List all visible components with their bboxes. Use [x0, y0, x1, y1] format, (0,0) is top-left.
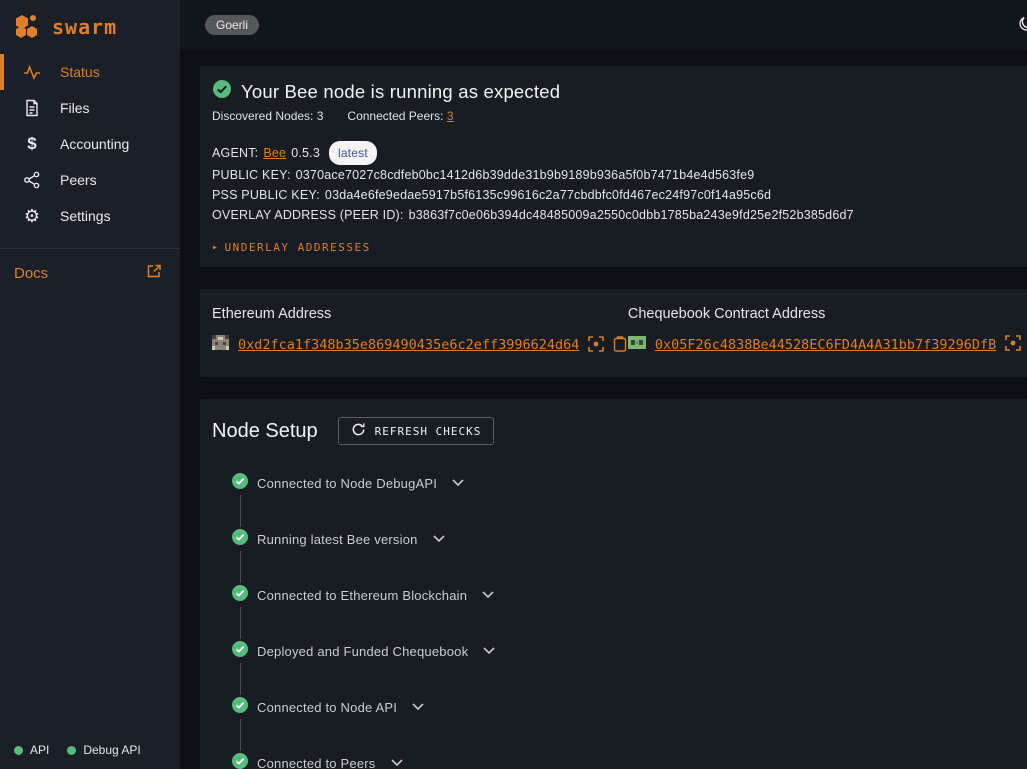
- check-item-node-api: Connected to Node API: [232, 697, 1027, 717]
- dollar-icon: $: [20, 132, 44, 156]
- step-connector: [240, 719, 241, 751]
- refresh-checks-button[interactable]: REFRESH CHECKS: [338, 417, 495, 445]
- ethereum-address-link[interactable]: 0xd2fca1f348b35e869490435e6c2eff3996624d…: [238, 337, 579, 353]
- check-item-ethereum-blockchain: Connected to Ethereum Blockchain: [232, 585, 1027, 605]
- sidebar-item-label: Accounting: [60, 136, 129, 152]
- node-setup-title: Node Setup: [212, 420, 318, 443]
- sidebar-item-peers[interactable]: Peers: [0, 162, 180, 198]
- sidebar-item-settings[interactable]: ⚙ Settings: [0, 198, 180, 234]
- sidebar-item-accounting[interactable]: $ Accounting: [0, 126, 180, 162]
- sidebar-item-docs[interactable]: Docs: [0, 249, 180, 283]
- check-item-debug-api: Connected to Node DebugAPI: [232, 473, 1027, 493]
- swarm-logo: swarm: [0, 0, 180, 54]
- step-connector: [240, 495, 241, 527]
- topbar: Goerli: [180, 0, 1027, 50]
- chevron-down-icon[interactable]: [412, 703, 424, 711]
- pss-public-key-line: PSS PUBLIC KEY: 03da4e6fe9edae5917b5f613…: [212, 185, 1027, 205]
- latest-badge: latest: [329, 141, 377, 165]
- ethereum-address-block: Ethereum Address 0xd2fca1f348b35e869: [212, 306, 628, 355]
- check-item-chequebook: Deployed and Funded Chequebook: [232, 641, 1027, 661]
- node-status-title: Your Bee node is running as expected: [241, 81, 560, 103]
- sidebar-item-label: Files: [60, 100, 90, 116]
- addresses-card: Ethereum Address 0xd2fca1f348b35e869: [200, 289, 1027, 377]
- expand-arrow-icon: ▸: [212, 242, 220, 253]
- chevron-down-icon[interactable]: [391, 759, 403, 767]
- check-item-bee-version: Running latest Bee version: [232, 529, 1027, 549]
- network-badge: Goerli: [205, 15, 259, 35]
- public-key-value: 0370ace7027c8cdfeb0bc1412d6b39dde31b9b91…: [296, 165, 755, 185]
- app-window: swarm Status Files: [0, 0, 1027, 769]
- dark-mode-toggle[interactable]: [1013, 11, 1027, 40]
- sidebar: swarm Status Files: [0, 0, 180, 769]
- chequebook-address-expand-button[interactable]: [1005, 335, 1021, 354]
- agent-bee-link[interactable]: Bee: [263, 143, 286, 163]
- swarm-hexagons-icon: [14, 13, 44, 41]
- brand-name: swarm: [52, 15, 117, 39]
- check-circle-icon: [232, 641, 248, 662]
- moon-icon: [1017, 15, 1027, 36]
- chequebook-address-label: Chequebook Contract Address: [628, 306, 1027, 322]
- ethereum-address-copy-button[interactable]: [613, 336, 627, 355]
- chevron-down-icon[interactable]: [482, 591, 494, 599]
- api-status-label: API: [30, 743, 49, 757]
- check-circle-icon: [232, 529, 248, 550]
- sidebar-item-label: Peers: [60, 172, 97, 188]
- chequebook-identicon: [628, 336, 646, 354]
- pss-public-key-value: 03da4e6fe9edae5917b5f6135c99616c2a77cbdb…: [325, 185, 771, 205]
- main-area: Goerli You: [180, 0, 1027, 769]
- discovered-nodes-value: 3: [317, 109, 324, 123]
- node-setup-checklist: Connected to Node DebugAPI Running lates…: [232, 473, 1027, 769]
- clipboard-icon: [613, 336, 627, 355]
- api-status: API: [14, 743, 49, 757]
- share-icon: [20, 168, 44, 192]
- api-status-footer: API Debug API: [14, 743, 141, 757]
- discovered-nodes: Discovered Nodes: 3: [212, 109, 323, 123]
- check-circle-icon: [232, 585, 248, 606]
- chevron-down-icon[interactable]: [452, 479, 464, 487]
- api-status-dot: [14, 746, 23, 755]
- sidebar-item-files[interactable]: Files: [0, 90, 180, 126]
- step-connector: [240, 551, 241, 583]
- chequebook-address-link[interactable]: 0x05F26c4838Be44528EC6FD4A4A31bb7f39296D…: [655, 337, 996, 353]
- scan-icon: [1005, 335, 1021, 354]
- overlay-address-line: OVERLAY ADDRESS (PEER ID): b3863f7c0e06b…: [212, 205, 1027, 225]
- agent-line: AGENT: Bee 0.5.3 latest: [212, 141, 1027, 165]
- step-connector: [240, 663, 241, 695]
- step-connector: [240, 607, 241, 639]
- ethereum-identicon: [212, 335, 229, 355]
- connected-peers: Connected Peers: 3: [347, 109, 453, 123]
- agent-version: 0.5.3: [291, 143, 320, 163]
- overlay-address-value: b3863f7c0e06b394dc48485009a2550c0dbb1785…: [409, 205, 854, 225]
- chevron-down-icon[interactable]: [433, 535, 445, 543]
- ethereum-address-expand-button[interactable]: [588, 336, 604, 355]
- sidebar-nav: Status Files $ Accounting: [0, 54, 180, 234]
- public-key-line: PUBLIC KEY: 0370ace7027c8cdfeb0bc1412d6b…: [212, 165, 1027, 185]
- check-circle-icon: [232, 473, 248, 494]
- debug-api-status-dot: [67, 746, 76, 755]
- sidebar-item-label: Status: [60, 64, 100, 80]
- refresh-icon: [351, 422, 366, 440]
- check-circle-icon: [232, 697, 248, 718]
- check-circle-icon: [212, 79, 232, 104]
- debug-api-status: Debug API: [67, 743, 140, 757]
- chevron-down-icon[interactable]: [483, 647, 495, 655]
- connected-peers-link[interactable]: 3: [447, 109, 454, 123]
- sidebar-item-status[interactable]: Status: [0, 54, 180, 90]
- docs-label: Docs: [14, 265, 48, 282]
- chequebook-address-block: Chequebook Contract Address 0x05F26c4838…: [628, 306, 1027, 355]
- ethereum-address-label: Ethereum Address: [212, 306, 628, 322]
- sidebar-item-label: Settings: [60, 208, 111, 224]
- node-setup-card: Node Setup REFRESH CHECKS: [200, 399, 1027, 769]
- external-link-icon: [146, 263, 162, 283]
- node-status-card: Your Bee node is running as expected Dis…: [200, 66, 1027, 267]
- check-circle-icon: [232, 753, 248, 769]
- check-item-peers: Connected to Peers: [232, 753, 1027, 769]
- activity-icon: [20, 60, 44, 84]
- gear-icon: ⚙: [20, 204, 44, 228]
- content: Your Bee node is running as expected Dis…: [180, 50, 1027, 769]
- underlay-addresses-toggle[interactable]: ▸ UNDERLAY ADDRESSES: [212, 241, 1027, 254]
- scan-icon: [588, 336, 604, 355]
- file-icon: [20, 96, 44, 120]
- debug-api-status-label: Debug API: [83, 743, 140, 757]
